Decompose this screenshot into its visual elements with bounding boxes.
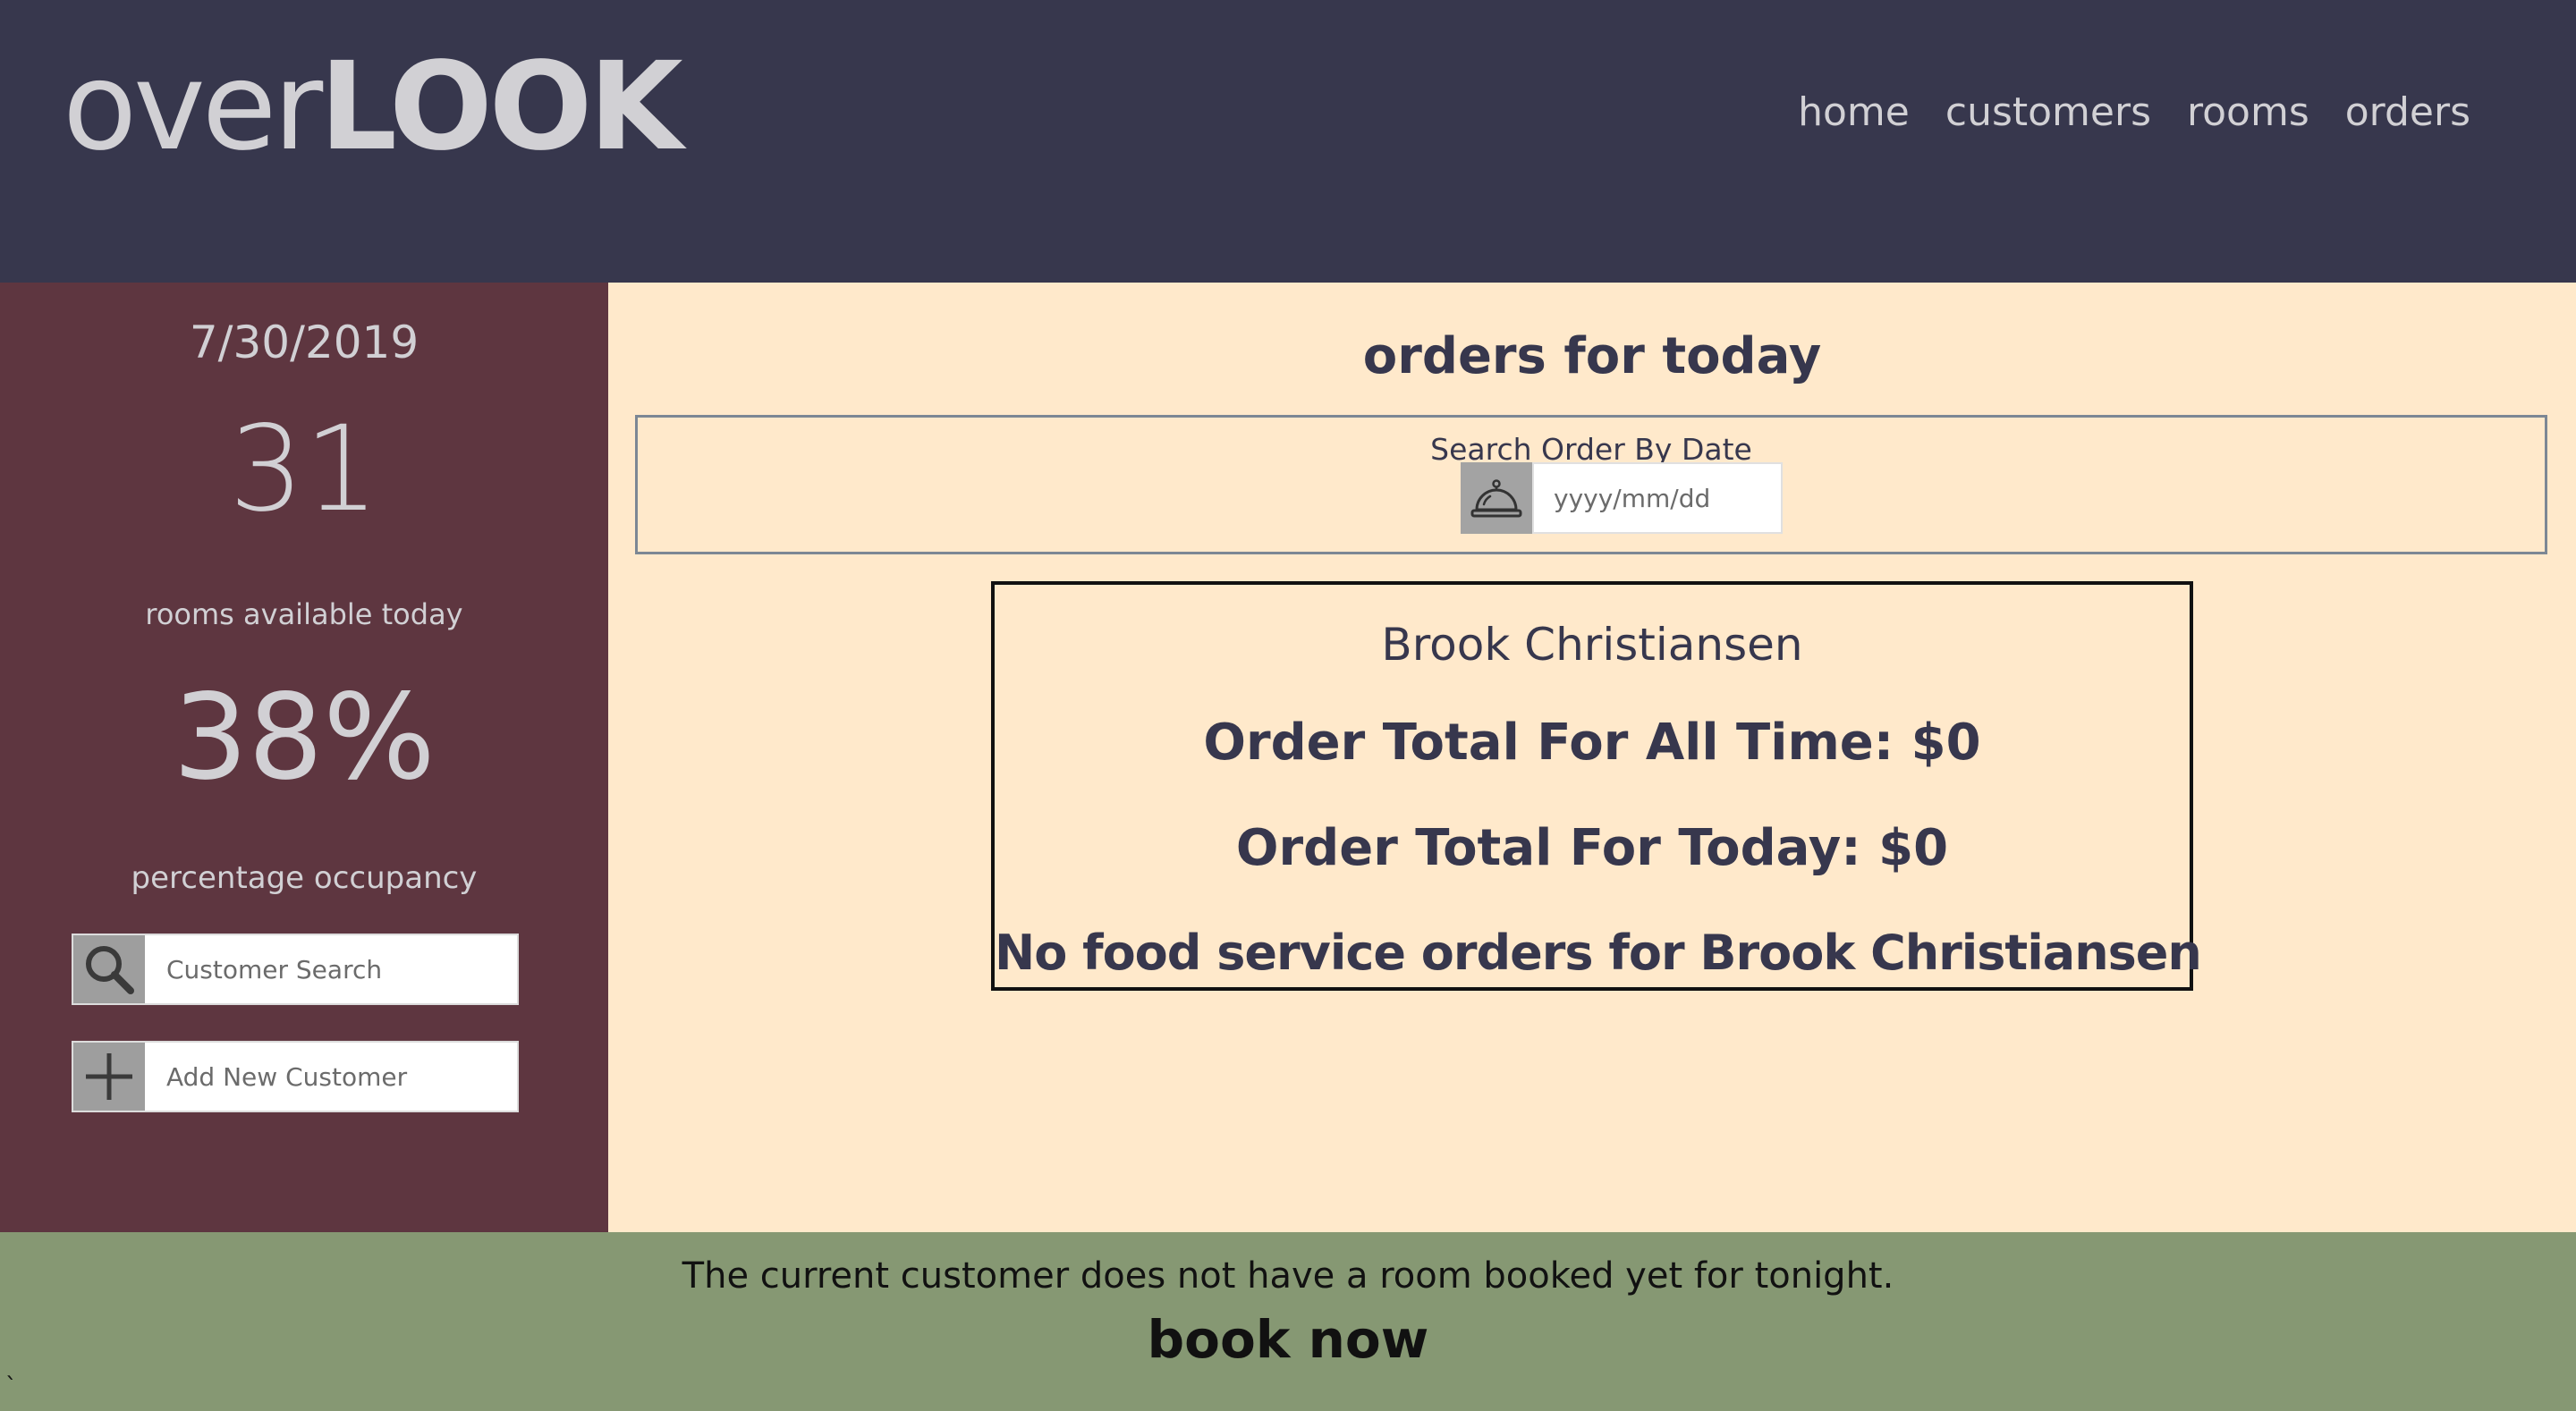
current-date: 7/30/2019 [189,317,419,368]
stray-character: ` [5,1373,17,1400]
app-logo[interactable]: overLOOK [63,36,683,179]
rooms-available-count: 31 [229,401,379,538]
top-header: overLOOK home customers rooms orders [0,0,2576,283]
nav-orders[interactable]: orders [2345,82,2470,143]
order-total-today: Order Total For Today: $0 [1235,819,1949,877]
magnifier-icon [86,946,134,994]
book-now-button[interactable]: book now [0,1309,2576,1370]
main-nav: home customers rooms orders [1798,82,2470,143]
plus-icon [86,1053,132,1100]
order-date-field [1461,462,1783,534]
customer-search-button[interactable] [73,935,145,1003]
add-customer-button[interactable] [73,1043,145,1111]
nav-home[interactable]: home [1798,82,1910,143]
order-total-all-time: Order Total For All Time: $0 [1203,714,1981,772]
customer-search-input[interactable] [145,935,517,1003]
main-content: orders for today Search Order By Date Br… [608,283,2576,1232]
order-date-search-box: Search Order By Date [635,415,2547,554]
logo-light-text: over [63,37,323,178]
add-customer-input[interactable] [145,1043,517,1111]
logo-bold-text: LOOK [319,37,682,178]
nav-rooms[interactable]: rooms [2187,82,2309,143]
customer-order-card: Brook Christiansen Order Total For All T… [991,581,2202,991]
service-bell-icon [1470,479,1522,518]
booking-status-message: The current customer does not have a roo… [682,1255,1894,1297]
occupancy-label: percentage occupancy [131,860,478,896]
add-customer-field [72,1041,519,1112]
nav-customers[interactable]: customers [1945,82,2151,143]
no-orders-message: No food service orders for Brook Christi… [995,925,2202,981]
customer-name: Brook Christiansen [1381,619,1803,671]
occupancy-percentage: 38% [173,669,436,807]
order-date-search-button[interactable] [1461,462,1532,534]
rooms-available-label: rooms available today [145,597,463,631]
order-date-input[interactable] [1532,462,1783,534]
sidebar: 7/30/2019 31 rooms available today 38% p… [0,283,608,1232]
booking-footer: The current customer does not have a roo… [0,1232,2576,1411]
page-title: orders for today [1362,327,1822,385]
customer-search-field [72,934,519,1005]
